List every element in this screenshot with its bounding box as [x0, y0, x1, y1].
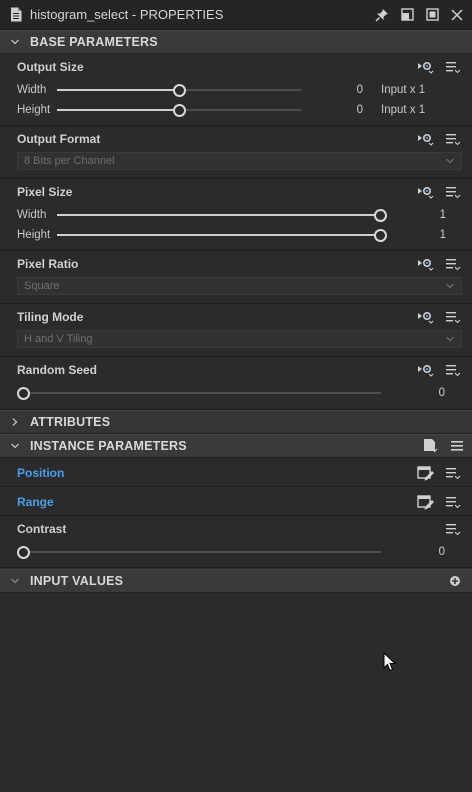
chevron-right-icon — [8, 415, 22, 429]
mouse-cursor-icon — [383, 652, 397, 672]
contrast-value[interactable]: 0 — [381, 546, 445, 558]
param-pixel-ratio: Pixel Ratio Square — [0, 251, 472, 304]
section-label: INPUT VALUES — [30, 574, 124, 588]
random-seed-value[interactable]: 0 — [381, 387, 445, 399]
options-menu-icon[interactable] — [444, 465, 462, 481]
options-menu-icon[interactable] — [448, 438, 466, 454]
slider-knob[interactable] — [374, 209, 387, 222]
section-label: ATTRIBUTES — [30, 415, 111, 429]
link-input-icon[interactable] — [417, 309, 435, 325]
options-menu-icon[interactable] — [444, 362, 462, 378]
options-menu-icon[interactable] — [444, 256, 462, 272]
output-size-height-row: Height 0 Input x 1 — [17, 100, 462, 120]
options-menu-icon[interactable] — [444, 59, 462, 75]
slider-knob[interactable] — [173, 104, 186, 117]
link-input-icon[interactable] — [417, 59, 435, 75]
pixel-size-height-row: Height 1 — [17, 225, 462, 245]
param-tiling-mode: Tiling Mode H and V Tiling — [0, 304, 472, 357]
edit-widget-icon[interactable] — [417, 494, 435, 510]
section-label: INSTANCE PARAMETERS — [30, 439, 187, 453]
param-contrast: Contrast 0 — [0, 516, 472, 568]
output-height-suffix: Input x 1 — [381, 104, 426, 116]
options-menu-icon[interactable] — [444, 521, 462, 537]
options-menu-icon[interactable] — [444, 309, 462, 325]
width-label: Width — [17, 84, 47, 96]
param-title: Random Seed — [17, 363, 98, 377]
chevron-down-icon — [8, 35, 22, 49]
pixel-height-value[interactable]: 1 — [380, 229, 446, 241]
slider-knob[interactable] — [17, 546, 30, 559]
width-label: Width — [17, 209, 47, 221]
random-seed-slider[interactable] — [17, 387, 381, 400]
window-title: histogram_select - PROPERTIES — [30, 7, 224, 22]
options-menu-icon[interactable] — [444, 494, 462, 510]
section-input-values[interactable]: INPUT VALUES — [0, 569, 472, 593]
param-title: Output Format — [17, 132, 101, 146]
document-icon — [11, 7, 22, 22]
link-input-icon[interactable] — [417, 362, 435, 378]
param-pixel-size: Pixel Size Width 1 Height 1 — [0, 179, 472, 251]
preset-icon[interactable] — [421, 438, 439, 454]
param-title: Output Size — [17, 60, 84, 74]
slider-knob[interactable] — [173, 84, 186, 97]
pin-icon[interactable] — [373, 6, 391, 24]
height-label: Height — [17, 104, 51, 116]
title-bar: histogram_select - PROPERTIES — [0, 0, 472, 30]
random-seed-row: 0 — [17, 383, 462, 403]
param-title: Pixel Size — [17, 185, 73, 199]
link-input-icon[interactable] — [417, 256, 435, 272]
param-title: Tiling Mode — [17, 310, 84, 324]
param-title-link[interactable]: Range — [17, 495, 408, 509]
output-width-value[interactable]: 0 — [301, 84, 363, 96]
pixel-width-slider[interactable] — [57, 209, 387, 222]
edit-widget-icon[interactable] — [417, 465, 435, 481]
height-label: Height — [17, 229, 51, 241]
output-format-value: 8 Bits per Channel — [24, 155, 115, 167]
pixel-ratio-select[interactable]: Square — [17, 277, 462, 295]
chevron-down-icon — [8, 439, 22, 453]
section-label: BASE PARAMETERS — [30, 35, 158, 49]
section-base-parameters[interactable]: BASE PARAMETERS — [0, 30, 472, 54]
param-range: Range — [0, 487, 472, 516]
param-random-seed: Random Seed 0 — [0, 357, 472, 410]
contrast-slider[interactable] — [17, 546, 381, 559]
chevron-down-icon — [446, 283, 454, 289]
param-position: Position — [0, 458, 472, 487]
section-attributes[interactable]: ATTRIBUTES — [0, 410, 472, 434]
pixel-width-value[interactable]: 1 — [380, 209, 446, 221]
slider-knob[interactable] — [374, 229, 387, 242]
maximize-icon[interactable] — [423, 6, 441, 24]
output-height-slider[interactable] — [57, 104, 301, 117]
output-width-slider[interactable] — [57, 84, 301, 97]
close-icon[interactable] — [448, 6, 466, 24]
output-format-select[interactable]: 8 Bits per Channel — [17, 152, 462, 170]
float-window-icon[interactable] — [398, 6, 416, 24]
add-input-icon[interactable] — [446, 573, 464, 589]
param-output-size: Output Size Width 0 Input x 1 Height 0 I… — [0, 54, 472, 126]
chevron-down-icon — [8, 574, 22, 588]
options-menu-icon[interactable] — [444, 131, 462, 147]
pixel-height-slider[interactable] — [57, 229, 387, 242]
chevron-down-icon — [446, 336, 454, 342]
link-input-icon[interactable] — [417, 131, 435, 147]
chevron-down-icon — [446, 158, 454, 164]
output-height-value[interactable]: 0 — [301, 104, 363, 116]
param-title: Pixel Ratio — [17, 257, 79, 271]
param-title: Contrast — [17, 522, 67, 536]
tiling-mode-select[interactable]: H and V Tiling — [17, 330, 462, 348]
tiling-mode-value: H and V Tiling — [24, 333, 93, 345]
param-output-format: Output Format 8 Bits per Channel — [0, 126, 472, 179]
pixel-ratio-value: Square — [24, 280, 60, 292]
contrast-row: 0 — [17, 542, 462, 562]
output-width-suffix: Input x 1 — [381, 84, 426, 96]
slider-knob[interactable] — [17, 387, 30, 400]
options-menu-icon[interactable] — [444, 184, 462, 200]
link-input-icon[interactable] — [417, 184, 435, 200]
param-title-link[interactable]: Position — [17, 466, 408, 480]
section-instance-parameters[interactable]: INSTANCE PARAMETERS — [0, 434, 472, 458]
output-size-width-row: Width 0 Input x 1 — [17, 80, 462, 100]
pixel-size-width-row: Width 1 — [17, 205, 462, 225]
